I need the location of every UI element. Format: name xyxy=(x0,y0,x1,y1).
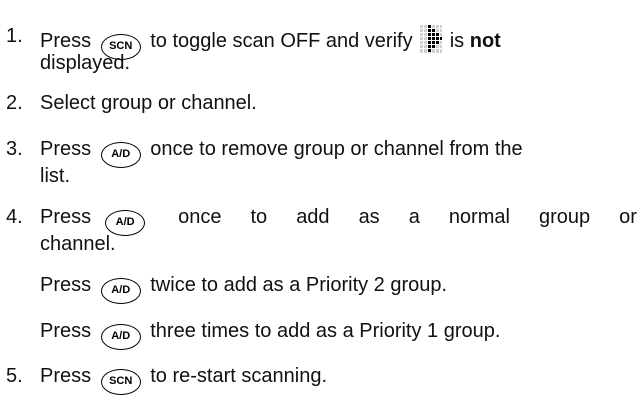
ad-key-icon: A/D xyxy=(100,324,141,350)
step-1-line-2: displayed. xyxy=(40,52,131,74)
ad-key-icon: A/D xyxy=(100,142,141,168)
step-3-line-2: list. xyxy=(40,165,70,187)
step-4-line-1: Press A/D once to add as a normal group o… xyxy=(40,206,637,236)
step-number: 4. xyxy=(6,206,23,228)
scan-indicator-icon xyxy=(420,25,443,53)
scn-key-icon: SCN xyxy=(100,369,141,395)
step-number: 5. xyxy=(6,365,23,387)
step-5-line-1: Press SCN to re-start scanning. xyxy=(40,365,327,395)
ad-key-icon: A/D xyxy=(100,278,141,304)
step-number: 1. xyxy=(6,25,23,47)
step-2-line-1: Select group or channel. xyxy=(40,92,257,114)
step-number: 2. xyxy=(6,92,23,114)
step-number: 3. xyxy=(6,138,23,160)
step-4-line-2: channel. xyxy=(40,233,116,255)
step-3-line-1: Press A/D once to remove group or channe… xyxy=(40,138,523,168)
